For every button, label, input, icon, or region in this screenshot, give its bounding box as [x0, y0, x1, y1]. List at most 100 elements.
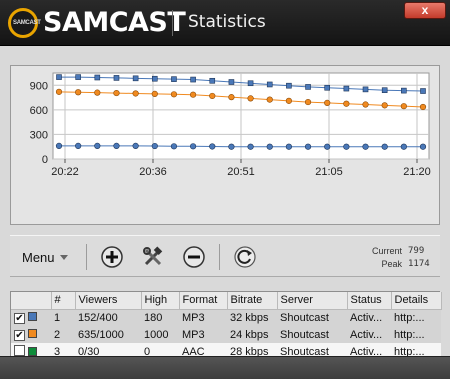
data-point [55, 88, 63, 95]
data-point [228, 143, 235, 150]
data-point [381, 143, 388, 150]
row-status: Activ... [347, 326, 391, 343]
data-point [209, 92, 216, 100]
data-point [420, 88, 426, 94]
data-point [75, 74, 81, 80]
column-header-format[interactable]: Format [179, 292, 228, 310]
data-point [304, 143, 312, 150]
table-row[interactable]: ✔ 2 635/1000 1000 MP3 24 kbps Shoutcast Activ.… [11, 326, 441, 343]
data-point [247, 80, 254, 87]
data-point [151, 90, 158, 97]
data-point [266, 143, 273, 150]
data-point [94, 142, 101, 149]
row-checkbox[interactable]: ✔ [14, 329, 25, 341]
x-tick-label: 20:51 [227, 166, 255, 178]
window-title: Statistics [188, 12, 266, 32]
data-point [419, 103, 427, 111]
data-point [170, 143, 178, 150]
status-bar [0, 356, 450, 379]
y-tick-label: 600 [30, 105, 48, 117]
data-point [362, 101, 369, 108]
series-color-swatch [28, 328, 38, 338]
data-point [55, 142, 63, 149]
series-color-swatch [28, 311, 38, 321]
series-color-swatch [28, 346, 38, 356]
table-row[interactable]: ✔ 1 152/400 180 MP3 32 kbps Shoutcast Activ...… [11, 309, 441, 326]
refresh-icon[interactable] [234, 246, 256, 268]
x-tick-label: 20:22 [51, 166, 79, 178]
row-status: Activ... [347, 309, 391, 326]
menu-label: Menu [22, 250, 55, 265]
x-tick-label: 21:20 [403, 166, 431, 178]
data-point [190, 91, 197, 98]
column-header-bitrate[interactable]: Bitrate [227, 292, 278, 310]
remove-icon[interactable] [183, 246, 205, 268]
row-viewers: 152/400 [75, 309, 141, 326]
peak-label: Peak [381, 259, 402, 269]
data-point [343, 143, 350, 150]
data-point [381, 102, 388, 109]
viewers-graph: 0 300 600 900 20:22 20:36 20:51 21:05 21:20 [10, 65, 440, 225]
data-point [400, 143, 407, 150]
table-header: # Viewers High Format Bitrate Server Sta… [11, 292, 442, 310]
row-bitrate: 24 kbps [227, 326, 277, 343]
data-point [285, 143, 292, 150]
data-point [343, 100, 350, 107]
add-icon[interactable] [101, 246, 123, 268]
row-high: 180 [141, 309, 179, 326]
data-point [75, 142, 82, 149]
samcast-logo-icon: SAMCAST [8, 8, 41, 38]
statistics-panel: 0 300 600 900 20:22 20:36 20:51 21:05 21:20 Menu [0, 46, 450, 379]
peak-value: 1174 [408, 259, 430, 269]
column-header-select[interactable] [11, 292, 52, 310]
menu-button[interactable]: Menu [22, 250, 68, 265]
row-select-cell: ✔ [11, 309, 51, 326]
y-tick-label: 900 [30, 80, 48, 92]
row-select-cell: ✔ [11, 326, 51, 343]
current-value: 799 [408, 246, 425, 256]
tools-icon[interactable] [142, 246, 164, 268]
data-point [266, 81, 273, 88]
data-point [113, 75, 120, 81]
data-point [94, 89, 101, 96]
data-point [132, 90, 139, 97]
data-point [304, 98, 312, 106]
data-point [362, 86, 369, 93]
data-point [75, 89, 82, 96]
y-tick-label: 0 [42, 154, 48, 166]
data-point [401, 87, 407, 94]
data-point [228, 94, 235, 101]
data-point [209, 143, 216, 150]
row-server: Shoutcast [277, 326, 347, 343]
data-point [381, 87, 388, 94]
current-label: Current [371, 246, 402, 256]
toolbar-divider [219, 244, 220, 270]
row-checkbox[interactable] [14, 344, 25, 356]
data-point [400, 103, 407, 110]
data-point [305, 84, 311, 90]
row-checkbox[interactable]: ✔ [14, 312, 25, 324]
data-point [56, 74, 62, 80]
column-header-high[interactable]: High [141, 292, 180, 310]
column-header-details[interactable]: Details [391, 292, 442, 310]
column-header-viewers[interactable]: Viewers [75, 292, 142, 310]
data-point [247, 95, 254, 102]
column-header-number[interactable]: # [51, 292, 76, 310]
data-point [170, 91, 178, 98]
data-point [266, 96, 273, 103]
close-button[interactable]: x [404, 2, 446, 19]
column-header-status[interactable]: Status [347, 292, 392, 310]
data-point [151, 142, 158, 150]
data-point [209, 77, 216, 84]
row-details: http:... [391, 309, 441, 326]
data-point [343, 85, 350, 92]
row-details: http:... [391, 326, 441, 343]
data-point [285, 97, 292, 104]
data-point [151, 75, 158, 82]
data-point [132, 142, 139, 149]
data-point [362, 143, 369, 150]
column-header-server[interactable]: Server [277, 292, 348, 310]
y-tick-label: 300 [30, 129, 48, 141]
data-point [94, 74, 101, 81]
row-viewers: 635/1000 [75, 326, 141, 343]
